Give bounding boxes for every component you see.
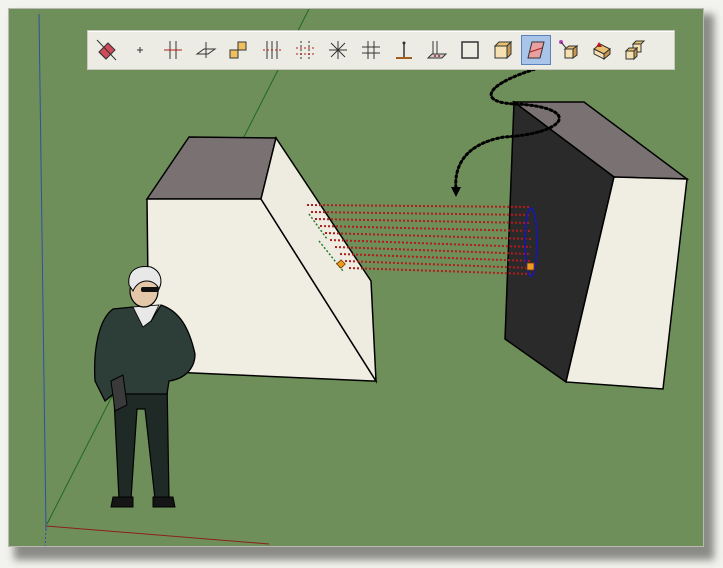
pointer-arrow-head: [451, 187, 461, 197]
point-tool-button[interactable]: [125, 35, 155, 65]
dashed-grid-icon: [296, 41, 314, 59]
right-block[interactable]: [504, 100, 690, 390]
dashed-grid-tool-button[interactable]: [290, 35, 320, 65]
vertical-pin-tool-button[interactable]: [389, 35, 419, 65]
offset-step-tool-button[interactable]: [224, 35, 254, 65]
parallel-lines-icon: [263, 41, 281, 59]
vertical-pin-icon: [396, 41, 412, 59]
move-box-icon: [559, 40, 579, 59]
hash-grid-icon: [362, 41, 380, 59]
hash-grid-tool-button[interactable]: [356, 35, 386, 65]
stacked-boxes-tool-button[interactable]: [620, 35, 650, 65]
toolbar: [87, 30, 675, 70]
box-face-tool-button[interactable]: [488, 35, 518, 65]
eraser-tool-button[interactable]: [92, 35, 122, 65]
skew-plane-icon: [527, 41, 545, 59]
star-lines-icon: [329, 41, 347, 59]
box-face-icon: [493, 40, 513, 60]
move-box-tool-button[interactable]: [554, 35, 584, 65]
rectangle-icon: [461, 41, 479, 59]
push-box-icon: [593, 42, 611, 61]
plane-tool-button[interactable]: [191, 35, 221, 65]
star-lines-tool-button[interactable]: [323, 35, 353, 65]
intersect-icon: [164, 41, 182, 59]
person-shoes: [110, 496, 176, 508]
offset-step-icon: [229, 41, 247, 59]
intersect-tool-button[interactable]: [158, 35, 188, 65]
point-icon: [137, 47, 143, 53]
parallel-lines-tool-button[interactable]: [257, 35, 287, 65]
blue-axis: [38, 13, 47, 530]
scene-canvas[interactable]: [9, 9, 703, 546]
push-box-tool-button[interactable]: [587, 35, 617, 65]
eraser-icon: [96, 39, 117, 61]
drop-lines-tool-button[interactable]: [422, 35, 452, 65]
modeling-viewport[interactable]: [8, 8, 704, 547]
endpoint-marker-right[interactable]: [526, 262, 535, 271]
red-axis: [45, 525, 270, 545]
drop-lines-icon: [426, 41, 448, 59]
plane-icon: [195, 42, 217, 58]
rectangle-tool-button[interactable]: [455, 35, 485, 65]
skew-plane-tool-button[interactable]: [521, 35, 551, 65]
person-sunglasses: [141, 287, 159, 292]
left-block-top-face: [145, 136, 277, 200]
stacked-boxes-icon: [624, 40, 646, 61]
blue-axis-dashed: [44, 528, 47, 546]
